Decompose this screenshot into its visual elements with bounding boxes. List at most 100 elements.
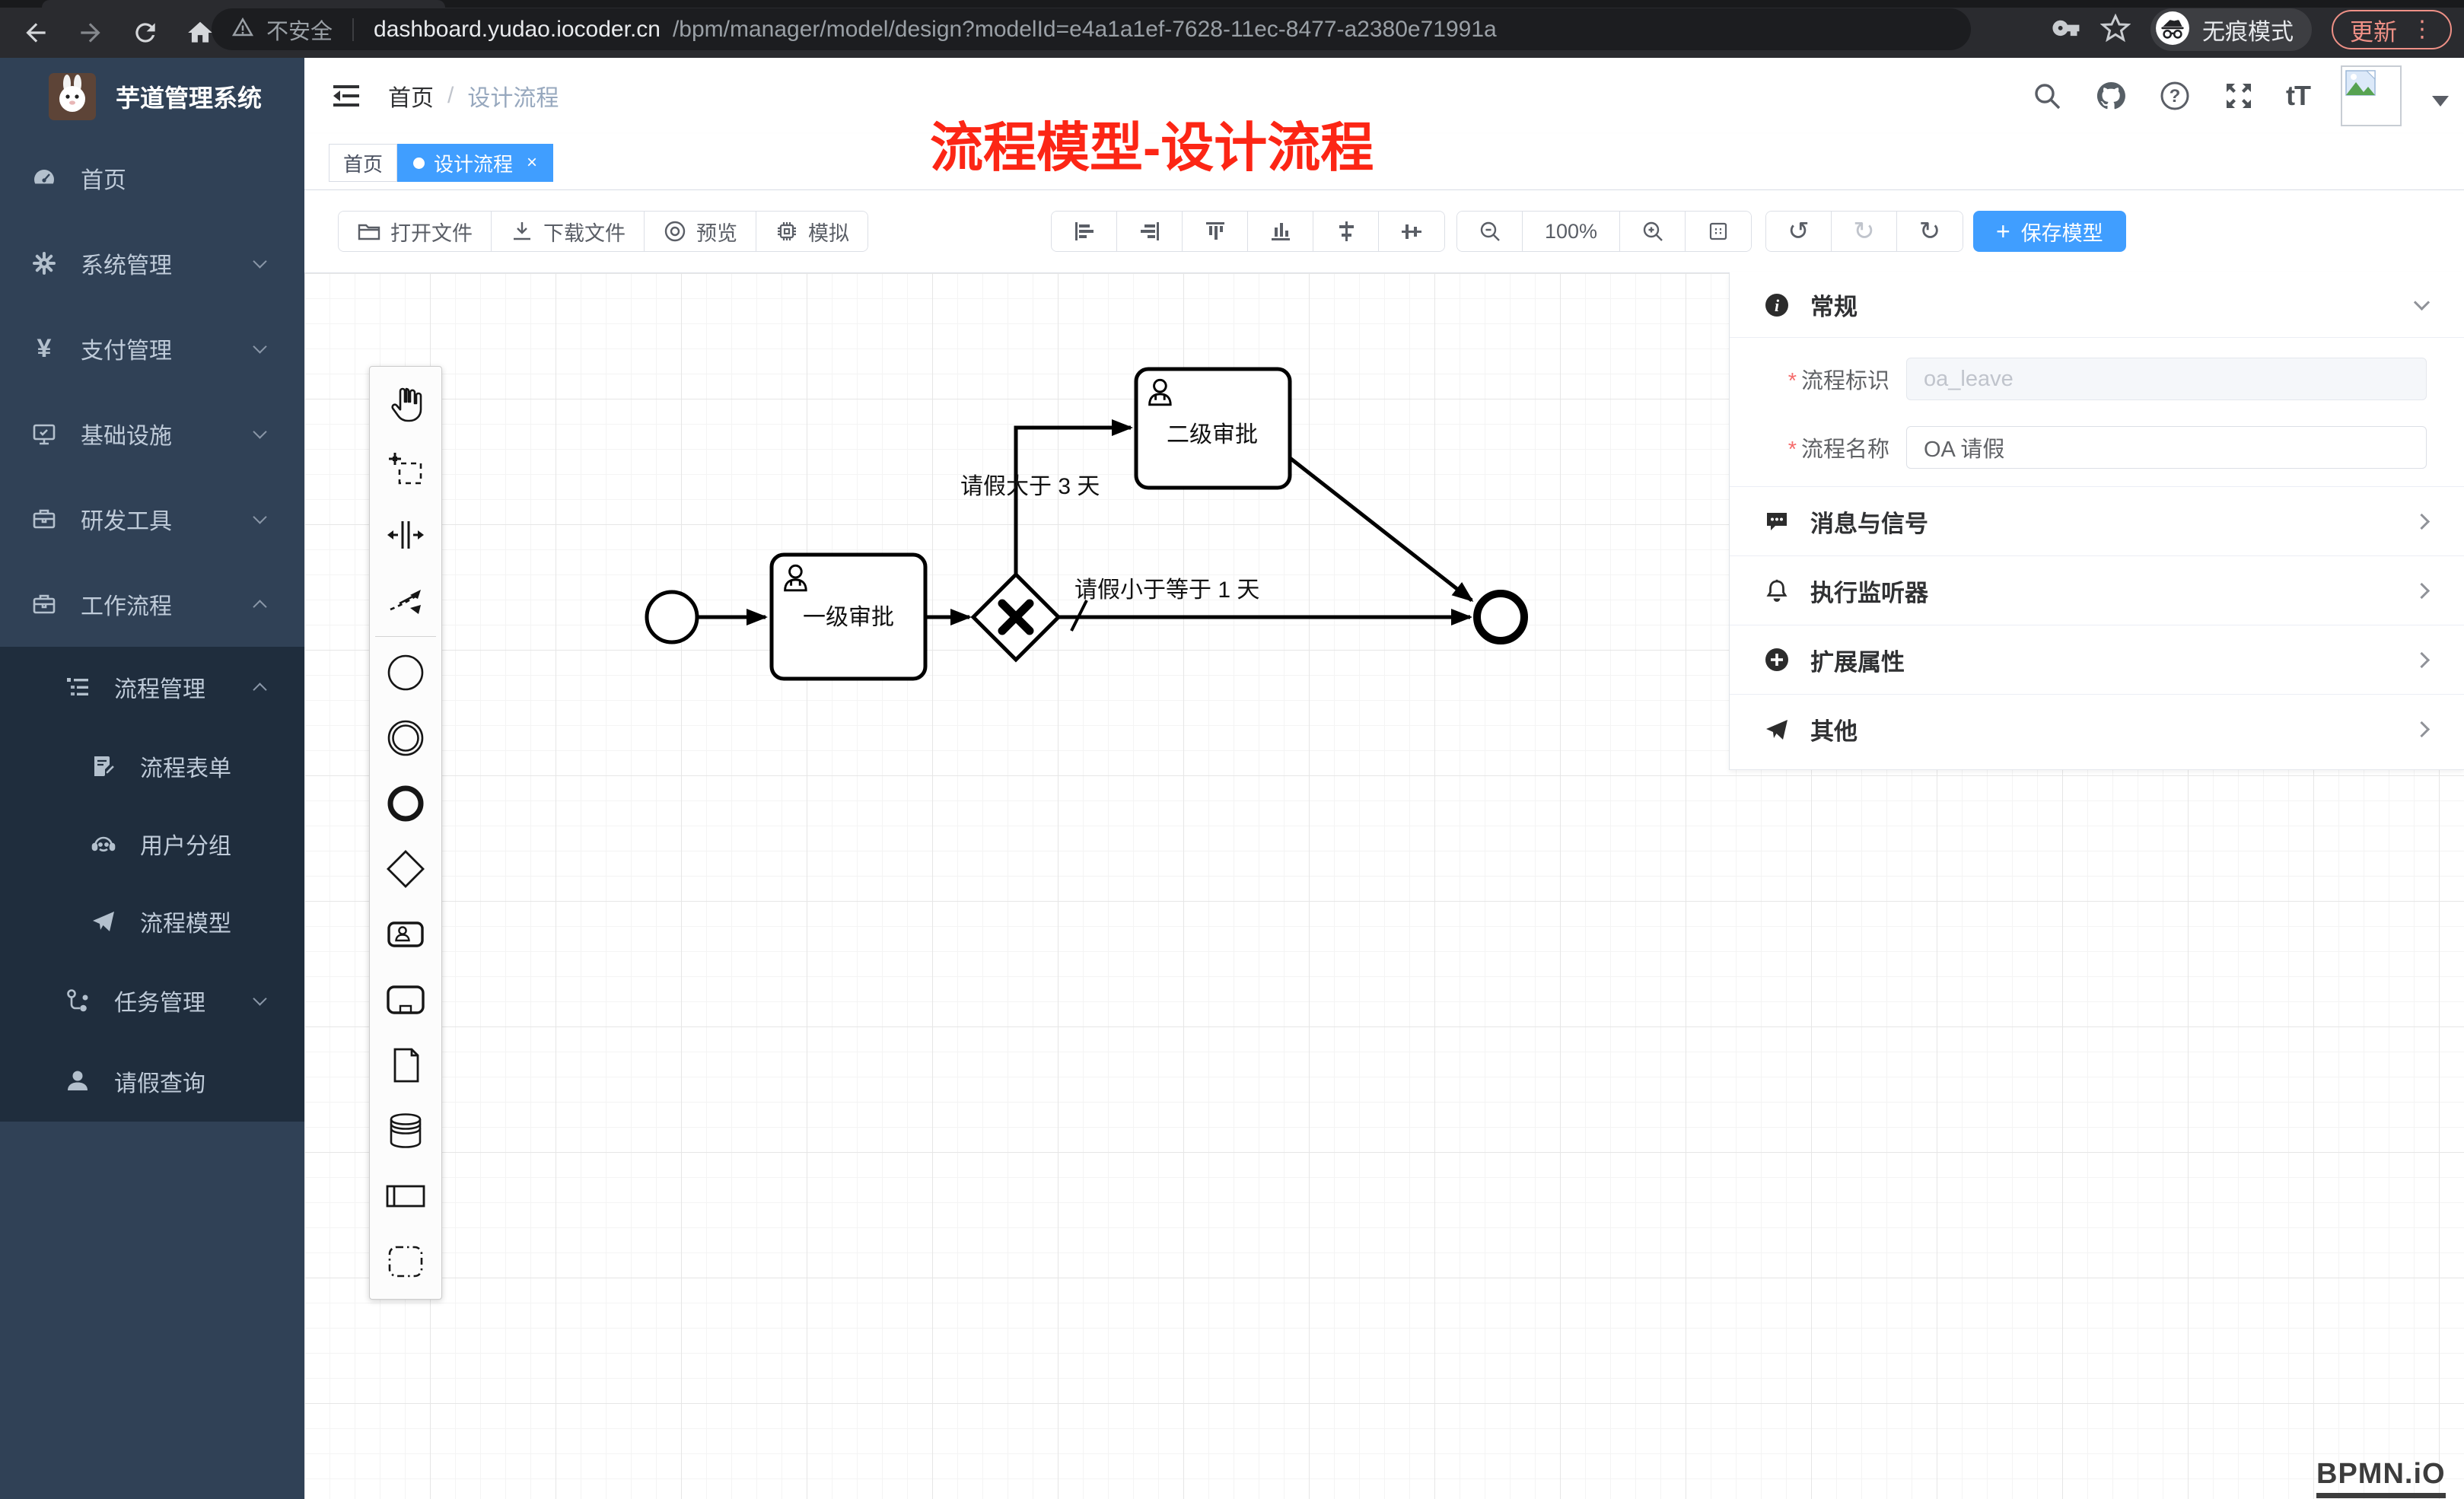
robot-face-icon — [90, 830, 117, 858]
sidebar-item-process-form[interactable]: 流程表单 — [0, 727, 304, 805]
browser-update-button[interactable]: 更新 ⋮ — [2332, 10, 2452, 49]
fullscreen-icon[interactable] — [2222, 79, 2255, 113]
browser-active-tab[interactable] — [42, 0, 445, 8]
user-task-node-level2[interactable]: 二级审批 — [1136, 369, 1290, 488]
panel-section-other[interactable]: 其他 — [1730, 695, 2464, 764]
sidebar-item-user-group[interactable]: 用户分组 — [0, 805, 304, 883]
preview-icon — [663, 219, 687, 243]
tab-bar: 首页 设计流程 × — [304, 134, 2464, 190]
sidebar-item-dev-tools[interactable]: 研发工具 — [0, 476, 304, 562]
browser-menu-dots-icon[interactable]: ⋮ — [2411, 18, 2434, 41]
download-icon — [510, 219, 534, 243]
flow-condition-label[interactable]: 请假大于 3 天 — [960, 474, 1100, 499]
open-file-button[interactable]: 打开文件 — [339, 212, 492, 251]
incognito-badge: 无痕模式 — [2150, 8, 2312, 51]
update-label: 更新 — [2350, 13, 2397, 47]
flow-condition-label[interactable]: 请假小于等于 1 天 — [1074, 578, 1259, 603]
flow-gateway-to-task2[interactable] — [1016, 428, 1131, 574]
panel-section-extended-attributes[interactable]: 扩展属性 — [1730, 625, 2464, 695]
file-button-group: 打开文件 下载文件 预览 模拟 — [338, 211, 868, 252]
section-title: 消息与信号 — [1810, 504, 1928, 539]
sidebar-item-task-management[interactable]: 任务管理 — [0, 960, 304, 1041]
sidebar-item-infrastructure[interactable]: 基础设施 — [0, 391, 304, 476]
bpmn-io-watermark[interactable]: BPMN.iO — [2316, 1458, 2446, 1498]
avatar[interactable] — [2341, 65, 2402, 126]
sidebar-item-process-management[interactable]: 流程管理 — [0, 647, 304, 727]
tab-label: 首页 — [343, 149, 383, 177]
redo-button[interactable]: ↻ — [1832, 212, 1897, 251]
back-icon[interactable] — [21, 18, 50, 47]
exclusive-gateway-node[interactable] — [973, 574, 1059, 660]
sidebar-item-label: 流程表单 — [140, 750, 231, 783]
align-center-horizontal-button[interactable] — [1379, 212, 1444, 251]
address-bar[interactable]: 不安全 dashboard.yudao.iocoder.cn/bpm/manag… — [212, 8, 1971, 50]
download-file-button[interactable]: 下载文件 — [492, 212, 645, 251]
sidebar-item-process-model[interactable]: 流程模型 — [0, 883, 304, 960]
process-name-row: *流程名称 — [1730, 426, 2464, 469]
align-right-button[interactable] — [1117, 212, 1183, 251]
align-top-button[interactable] — [1183, 212, 1248, 251]
start-event-node[interactable] — [647, 592, 697, 642]
sidebar-item-label: 流程管理 — [114, 670, 205, 704]
incognito-label: 无痕模式 — [2202, 13, 2294, 46]
align-bottom-icon — [1269, 219, 1293, 243]
forward-icon[interactable] — [76, 18, 105, 47]
history-button-group: ↺ ↻ ↻ — [1765, 211, 1963, 252]
restart-button[interactable]: ↻ — [1897, 212, 1963, 251]
tab-design-process[interactable]: 设计流程 × — [397, 144, 553, 182]
flow-branch-icon — [64, 987, 91, 1014]
simulate-button[interactable]: 模拟 — [756, 212, 867, 251]
monitor-icon — [30, 420, 58, 447]
panel-section-message-signal[interactable]: 消息与信号 — [1730, 487, 2464, 556]
help-icon[interactable]: ? — [2158, 79, 2192, 113]
breadcrumb-current: 设计流程 — [467, 79, 559, 113]
process-name-input[interactable] — [1906, 426, 2427, 469]
fit-viewport-icon — [1706, 219, 1730, 243]
preview-button[interactable]: 预览 — [645, 212, 756, 251]
end-event-node[interactable] — [1477, 594, 1524, 641]
flow-task2-to-end[interactable] — [1289, 457, 1472, 600]
task-label: 一级审批 — [803, 605, 894, 630]
sidebar-collapse-icon[interactable] — [330, 80, 362, 112]
search-icon[interactable] — [2030, 79, 2064, 113]
zoom-reset-button[interactable] — [1686, 212, 1751, 251]
align-bottom-button[interactable] — [1248, 212, 1313, 251]
general-form: *流程标识 *流程名称 — [1730, 338, 2464, 487]
align-center-vertical-button[interactable] — [1313, 212, 1379, 251]
process-key-input[interactable] — [1906, 358, 2427, 400]
zoom-in-button[interactable] — [1620, 212, 1686, 251]
app-header: 首页 / 设计流程 ? tT — [304, 58, 2464, 134]
panel-section-general[interactable]: i 常规 — [1730, 272, 2464, 338]
chevron-right-icon — [2414, 582, 2430, 598]
zoom-out-button[interactable] — [1457, 212, 1523, 251]
tab-home[interactable]: 首页 — [329, 144, 397, 182]
bookmark-star-icon[interactable] — [2100, 13, 2131, 47]
align-left-button[interactable] — [1052, 212, 1117, 251]
panel-section-execution-listener[interactable]: 执行监听器 — [1730, 556, 2464, 625]
key-icon[interactable] — [2052, 14, 2080, 46]
sidebar-item-home[interactable]: 首页 — [0, 135, 304, 221]
chevron-up-icon — [253, 683, 266, 696]
sidebar-item-payment[interactable]: ¥ 支付管理 — [0, 306, 304, 391]
align-button-group — [1051, 211, 1445, 252]
app-logo-row[interactable]: 芋道管理系统 — [0, 58, 304, 135]
github-icon[interactable] — [2094, 79, 2128, 113]
undo-button[interactable]: ↺ — [1766, 212, 1832, 251]
save-model-button[interactable]: + 保存模型 — [1973, 211, 2126, 252]
reload-icon[interactable] — [131, 18, 160, 47]
security-label[interactable]: 不安全 — [266, 14, 333, 46]
sidebar-item-leave-query[interactable]: 请假查询 — [0, 1041, 304, 1122]
sidebar-item-system[interactable]: 系统管理 — [0, 221, 304, 306]
font-size-icon[interactable]: tT — [2286, 80, 2310, 112]
sidebar-item-workflow[interactable]: 工作流程 — [0, 562, 304, 647]
home-icon[interactable] — [186, 18, 215, 47]
close-tab-icon[interactable]: × — [527, 152, 537, 173]
avatar-dropdown-caret-icon[interactable] — [2432, 96, 2449, 107]
section-title: 扩展属性 — [1810, 643, 1905, 677]
svg-text:?: ? — [2170, 86, 2181, 107]
breadcrumb-home[interactable]: 首页 — [388, 79, 434, 113]
breadcrumb-separator: / — [447, 83, 454, 109]
document-edit-icon — [90, 753, 117, 780]
user-task-node-level1[interactable]: 一级审批 — [772, 555, 925, 679]
zoom-in-icon — [1641, 219, 1665, 243]
